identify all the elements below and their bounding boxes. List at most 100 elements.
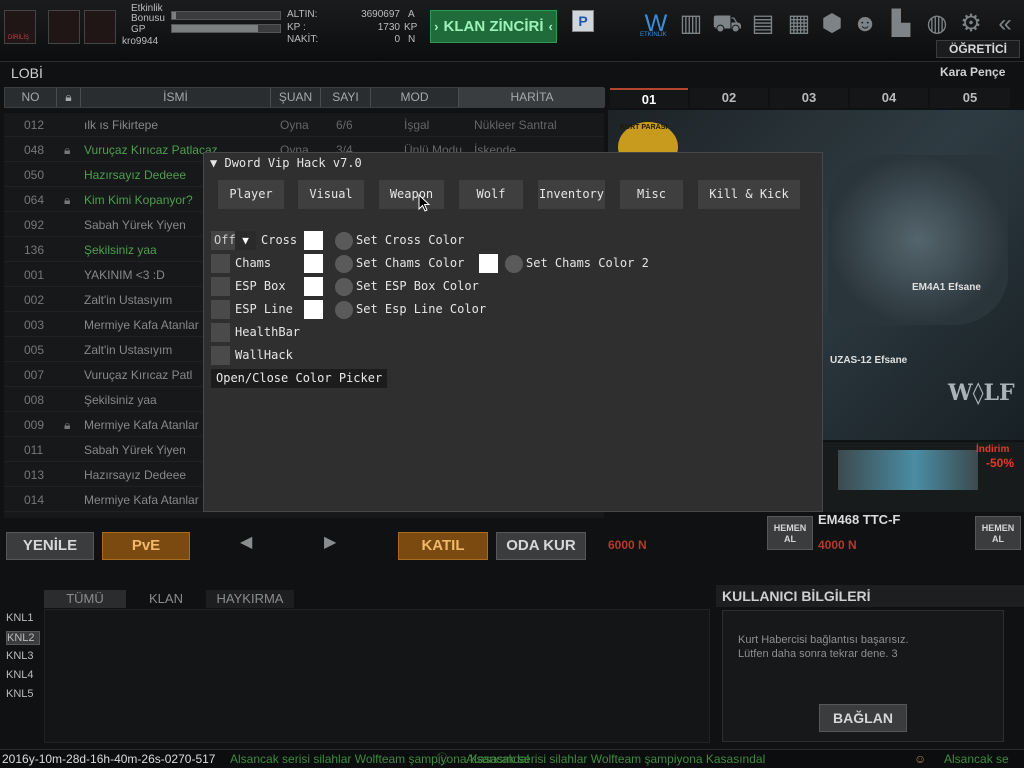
connect-button[interactable]: BAĞLAN bbox=[819, 704, 907, 732]
esp-line-label: ESP Line bbox=[235, 302, 293, 316]
cheat-menu-title[interactable]: ▼ Dword Vip Hack v7.0 bbox=[210, 156, 362, 170]
room-number: 005 bbox=[24, 343, 45, 357]
kp-unit: KP bbox=[404, 22, 418, 33]
gold-value: 3690697 bbox=[361, 9, 400, 20]
esp-box-color-swatch[interactable] bbox=[304, 277, 323, 296]
header-count[interactable]: SAYI bbox=[321, 88, 371, 107]
chat-tab-all[interactable]: TÜMÜ bbox=[44, 590, 126, 608]
refresh-button[interactable]: YENİLE bbox=[6, 532, 94, 560]
header-name[interactable]: İSMİ bbox=[81, 88, 271, 107]
channel-knl3[interactable]: KNL3 bbox=[6, 650, 40, 662]
header-state[interactable]: ŞUAN bbox=[271, 88, 321, 107]
tab-misc[interactable]: Misc bbox=[620, 180, 683, 209]
new-price: 4000 N bbox=[818, 538, 857, 552]
buy-now-button-2[interactable]: HEMEN AL bbox=[975, 516, 1021, 550]
set-cross-color-radio[interactable] bbox=[335, 232, 353, 250]
room-number: 014 bbox=[24, 493, 45, 507]
set-esp-box-color-label[interactable]: Set ESP Box Color bbox=[356, 279, 479, 293]
room-player-count: 6/6 bbox=[336, 118, 353, 132]
create-room-button[interactable]: ODA KUR bbox=[496, 532, 586, 560]
color-picker-toggle-button[interactable]: Open/Close Color Picker bbox=[211, 369, 388, 388]
set-esp-line-color-radio[interactable] bbox=[335, 301, 353, 319]
tab-wolf[interactable]: Wolf bbox=[459, 180, 523, 209]
room-row[interactable]: 012 ılk ıs Fikirtepe Oyna 6/6 İşgal Nükleer S… bbox=[4, 113, 604, 137]
slot-tab-04[interactable]: 04 bbox=[850, 88, 928, 108]
header-map[interactable]: HARİTA bbox=[459, 88, 605, 107]
header-mode[interactable]: MOD bbox=[371, 88, 459, 107]
room-number: 011 bbox=[24, 443, 44, 457]
cross-mode-dropdown[interactable]: Off ▼ bbox=[211, 231, 256, 250]
tab-visual[interactable]: Visual bbox=[298, 180, 364, 209]
item-render bbox=[838, 450, 978, 490]
join-button[interactable]: KATIL bbox=[398, 532, 488, 560]
shop-cart-icon[interactable]: ⛟ bbox=[712, 9, 742, 39]
room-lock-icon: 🔒︎ bbox=[64, 418, 71, 432]
tab-inventory[interactable]: Inventory bbox=[538, 180, 605, 209]
gp-label: GP bbox=[131, 24, 146, 35]
collapse-triangle-icon[interactable]: ▼ bbox=[210, 156, 217, 170]
clan-chain-button[interactable]: › KLAN ZİNCİRİ ‹ bbox=[430, 10, 557, 43]
healthbar-checkbox[interactable] bbox=[211, 323, 230, 342]
room-number: 003 bbox=[24, 318, 45, 332]
prev-page-icon[interactable]: ◀ bbox=[240, 532, 252, 552]
set-esp-box-color-radio[interactable] bbox=[335, 278, 353, 296]
chat-tab-shout[interactable]: HAYKIRMA bbox=[206, 590, 294, 608]
header-no[interactable]: NO bbox=[5, 88, 57, 107]
mouse-cursor-icon bbox=[418, 194, 430, 212]
esp-box-label: ESP Box bbox=[235, 279, 286, 293]
set-esp-line-color-label[interactable]: Set Esp Line Color bbox=[356, 302, 486, 316]
ticker-mid: Alsancak serisi silahlar Wolfteam şampiy… bbox=[466, 752, 766, 766]
box-icon[interactable]: ⬢ bbox=[817, 9, 847, 39]
chams-color-swatch[interactable] bbox=[304, 254, 323, 273]
set-chams-color-label[interactable]: Set Chams Color bbox=[356, 256, 464, 270]
esp-line-checkbox[interactable] bbox=[211, 300, 230, 319]
slot-tab-05[interactable]: 05 bbox=[930, 88, 1010, 108]
set-chams-color2-radio[interactable] bbox=[505, 255, 523, 273]
slot-tab-01[interactable]: 01 bbox=[610, 88, 688, 108]
channel-knl1[interactable]: KNL1 bbox=[6, 612, 40, 624]
ranking-icon[interactable]: ▥ bbox=[676, 9, 706, 39]
header-lock-icon: 🔒︎ bbox=[57, 88, 81, 107]
back-chevron-icon[interactable]: « bbox=[990, 9, 1020, 39]
channel-knl5[interactable]: KNL5 bbox=[6, 688, 40, 700]
pve-button[interactable]: PvE bbox=[102, 532, 190, 560]
inventory-icon[interactable]: ▤ bbox=[748, 9, 778, 39]
chams-color2-swatch[interactable] bbox=[479, 254, 498, 273]
set-chams-color-radio[interactable] bbox=[335, 255, 353, 273]
tab-kill-kick[interactable]: Kill & Kick bbox=[698, 180, 800, 209]
chat-tab-clan[interactable]: KLAN bbox=[128, 590, 204, 608]
esp-box-row: ESP Box Set ESP Box Color bbox=[211, 277, 811, 296]
tab-player[interactable]: Player bbox=[218, 180, 284, 209]
tab-weapon[interactable]: Weapon bbox=[379, 180, 444, 209]
channel-knl2[interactable]: KNL2 bbox=[6, 631, 40, 645]
storage-icon[interactable]: ▦ bbox=[784, 9, 814, 39]
old-price: 6000 N bbox=[608, 538, 647, 552]
settings-gear-icon[interactable]: ⚙ bbox=[956, 9, 986, 39]
tutorial-button[interactable]: ÖĞRETİCİ bbox=[936, 40, 1020, 58]
wallhack-checkbox[interactable] bbox=[211, 346, 230, 365]
slot-tab-02[interactable]: 02 bbox=[690, 88, 768, 108]
friends-icon[interactable]: ☻ bbox=[850, 9, 880, 39]
globe-icon[interactable]: ◍ bbox=[922, 9, 952, 39]
esp-line-color-swatch[interactable] bbox=[304, 300, 323, 319]
channel-knl4[interactable]: KNL4 bbox=[6, 669, 40, 681]
chat-messages[interactable] bbox=[44, 609, 710, 743]
cheat-menu-window[interactable]: ▼ Dword Vip Hack v7.0 Player Visual Weap… bbox=[203, 152, 823, 512]
buy-now-button-1[interactable]: HEMEN AL bbox=[767, 516, 813, 550]
ticker-info-icon: ⓘ bbox=[436, 752, 449, 766]
ticker-user-icon: ☺ bbox=[914, 752, 927, 766]
set-chams-color2-label[interactable]: Set Chams Color 2 bbox=[526, 256, 649, 270]
stats-icon[interactable]: ▙ bbox=[886, 9, 916, 39]
dropdown-arrow-icon[interactable]: ▼ bbox=[235, 231, 256, 250]
timestamp: 2016y-10m-28d-16h-40m-26s-0270-517 bbox=[2, 752, 216, 766]
next-page-icon[interactable]: ▶ bbox=[324, 532, 336, 552]
set-cross-color-label[interactable]: Set Cross Color bbox=[356, 233, 464, 247]
slot-tab-03[interactable]: 03 bbox=[770, 88, 848, 108]
room-number: 050 bbox=[24, 168, 45, 182]
esp-box-checkbox[interactable] bbox=[211, 277, 230, 296]
cross-color-swatch[interactable] bbox=[304, 231, 323, 250]
chams-checkbox[interactable] bbox=[211, 254, 230, 273]
discount-badge-label: İndirim bbox=[976, 444, 1010, 455]
p-shortcut-icon[interactable]: P bbox=[572, 10, 594, 32]
room-name: Zalt'in Ustasıyım bbox=[84, 293, 173, 307]
